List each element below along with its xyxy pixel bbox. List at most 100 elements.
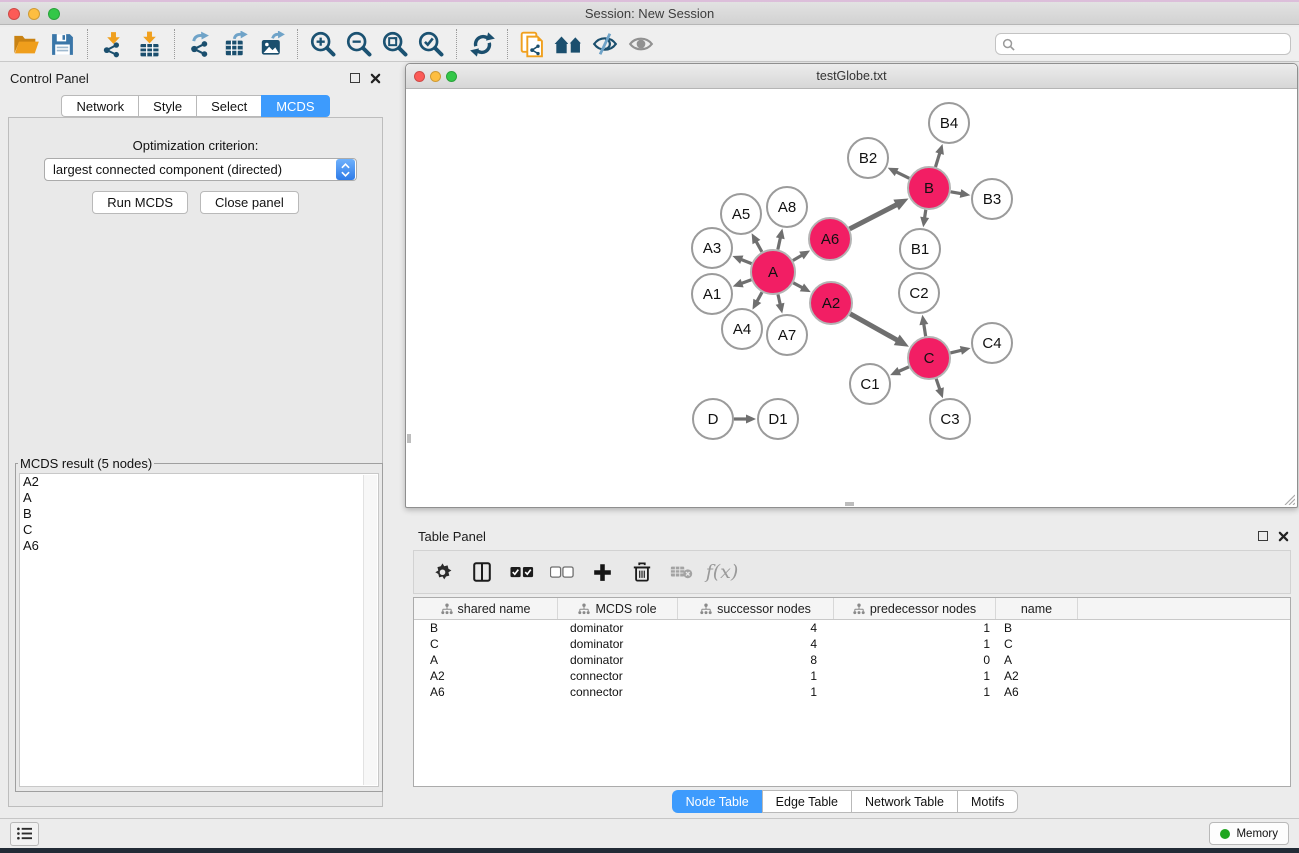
- table-row[interactable]: A6connector11A6: [414, 684, 1290, 700]
- graph-edge[interactable]: [741, 280, 751, 284]
- table-cell[interactable]: A: [414, 652, 558, 668]
- table-cell[interactable]: 4: [678, 620, 834, 636]
- graph-edge[interactable]: [757, 292, 762, 302]
- graph-edge[interactable]: [925, 210, 926, 219]
- tab-network-table[interactable]: Network Table: [851, 790, 957, 813]
- graph-edge[interactable]: [778, 237, 781, 249]
- column-header-shared-name[interactable]: shared name: [414, 598, 558, 619]
- open-session-button[interactable]: [8, 28, 44, 60]
- graph-edge[interactable]: [850, 204, 897, 228]
- mcds-result-item[interactable]: C: [20, 522, 378, 538]
- home-browser-button[interactable]: [551, 28, 587, 60]
- close-table-panel-icon[interactable]: [1278, 531, 1289, 542]
- graph-edge[interactable]: [793, 255, 802, 260]
- export-network-button[interactable]: [182, 28, 218, 60]
- show-all-button[interactable]: [623, 28, 659, 60]
- table-cell[interactable]: connector: [558, 668, 678, 684]
- table-cell[interactable]: 4: [678, 636, 834, 652]
- table-cell[interactable]: 1: [834, 684, 996, 700]
- mcds-result-item[interactable]: B: [20, 506, 378, 522]
- zoom-in-button[interactable]: [305, 28, 341, 60]
- table-cell[interactable]: 8: [678, 652, 834, 668]
- zoom-out-button[interactable]: [341, 28, 377, 60]
- tab-network[interactable]: Network: [61, 95, 138, 117]
- table-cell[interactable]: A6: [414, 684, 558, 700]
- mcds-result-item[interactable]: A: [20, 490, 378, 506]
- tab-select[interactable]: Select: [196, 95, 261, 117]
- tab-edge-table[interactable]: Edge Table: [762, 790, 851, 813]
- graph-edge[interactable]: [950, 350, 961, 353]
- zoom-window-button[interactable]: [48, 8, 60, 20]
- tab-mcds[interactable]: MCDS: [261, 95, 329, 117]
- task-history-button[interactable]: [10, 822, 39, 846]
- table-cell[interactable]: 1: [678, 668, 834, 684]
- memory-button[interactable]: Memory: [1209, 822, 1289, 845]
- mcds-result-item[interactable]: A6: [20, 538, 378, 554]
- graph-edge[interactable]: [756, 241, 762, 252]
- table-cell[interactable]: dominator: [558, 636, 678, 652]
- minimize-window-button[interactable]: [28, 8, 40, 20]
- table-cell[interactable]: dominator: [558, 652, 678, 668]
- mcds-result-list[interactable]: A2ABCA6: [19, 473, 379, 787]
- column-header-name[interactable]: name: [996, 598, 1078, 619]
- graph-edge[interactable]: [741, 259, 752, 263]
- resize-grip-icon[interactable]: [1282, 492, 1295, 505]
- table-cell[interactable]: A2: [414, 668, 558, 684]
- import-network-button[interactable]: [95, 28, 131, 60]
- export-image-button[interactable]: [254, 28, 290, 60]
- table-cell[interactable]: A: [996, 652, 1078, 668]
- graph-edge[interactable]: [896, 172, 909, 179]
- column-header-predecessor-nodes[interactable]: predecessor nodes: [834, 598, 996, 619]
- save-session-button[interactable]: [44, 28, 80, 60]
- table-cell[interactable]: A2: [996, 668, 1078, 684]
- float-panel-icon[interactable]: [350, 73, 360, 83]
- table-settings-button[interactable]: [424, 555, 460, 589]
- graph-edge[interactable]: [850, 314, 897, 341]
- search-input[interactable]: [1019, 37, 1284, 51]
- table-cell[interactable]: B: [414, 620, 558, 636]
- column-header-mcds-role[interactable]: MCDS role: [558, 598, 678, 619]
- run-mcds-button[interactable]: Run MCDS: [92, 191, 188, 214]
- select-all-button[interactable]: [504, 555, 540, 589]
- table-cell[interactable]: A6: [996, 684, 1078, 700]
- zoom-network-window-button[interactable]: [446, 71, 457, 82]
- table-cell[interactable]: connector: [558, 684, 678, 700]
- network-canvas[interactable]: B4B2BB3A5A8A6A3B1AA1C2A2A4A7C4CC1C3DD1: [407, 90, 1296, 506]
- float-table-panel-icon[interactable]: [1258, 531, 1268, 541]
- list-scrollbar[interactable]: [363, 475, 377, 785]
- close-window-button[interactable]: [8, 8, 20, 20]
- tab-node-table[interactable]: Node Table: [672, 790, 762, 813]
- close-network-window-button[interactable]: [414, 71, 425, 82]
- graph-edge[interactable]: [898, 367, 909, 372]
- table-row[interactable]: Adominator80A: [414, 652, 1290, 668]
- close-panel-icon[interactable]: [370, 73, 381, 84]
- zoom-fit-button[interactable]: [377, 28, 413, 60]
- deselect-all-button[interactable]: [544, 555, 580, 589]
- table-cell[interactable]: 0: [834, 652, 996, 668]
- zoom-selected-button[interactable]: [413, 28, 449, 60]
- table-cell[interactable]: C: [414, 636, 558, 652]
- table-cell[interactable]: 1: [834, 620, 996, 636]
- apply-layout-button[interactable]: [464, 28, 500, 60]
- mcds-result-item[interactable]: A2: [20, 474, 378, 490]
- table-row[interactable]: Cdominator41C: [414, 636, 1290, 652]
- table-cell[interactable]: dominator: [558, 620, 678, 636]
- add-column-button[interactable]: [584, 555, 620, 589]
- delete-column-button[interactable]: [624, 555, 660, 589]
- minimize-network-window-button[interactable]: [430, 71, 441, 82]
- hide-selected-button[interactable]: [587, 28, 623, 60]
- export-table-button[interactable]: [218, 28, 254, 60]
- table-cell[interactable]: 1: [834, 636, 996, 652]
- tab-style[interactable]: Style: [138, 95, 196, 117]
- table-cell[interactable]: C: [996, 636, 1078, 652]
- graph-edge[interactable]: [936, 379, 940, 390]
- graph-edge[interactable]: [935, 153, 939, 167]
- show-columns-button[interactable]: [464, 555, 500, 589]
- tab-motifs[interactable]: Motifs: [957, 790, 1018, 813]
- clone-network-button[interactable]: [515, 28, 551, 60]
- graph-edge[interactable]: [778, 294, 780, 304]
- table-cell[interactable]: 1: [678, 684, 834, 700]
- column-header-successor-nodes[interactable]: successor nodes: [678, 598, 834, 619]
- table-cell[interactable]: B: [996, 620, 1078, 636]
- network-window-titlebar[interactable]: testGlobe.txt: [406, 64, 1297, 89]
